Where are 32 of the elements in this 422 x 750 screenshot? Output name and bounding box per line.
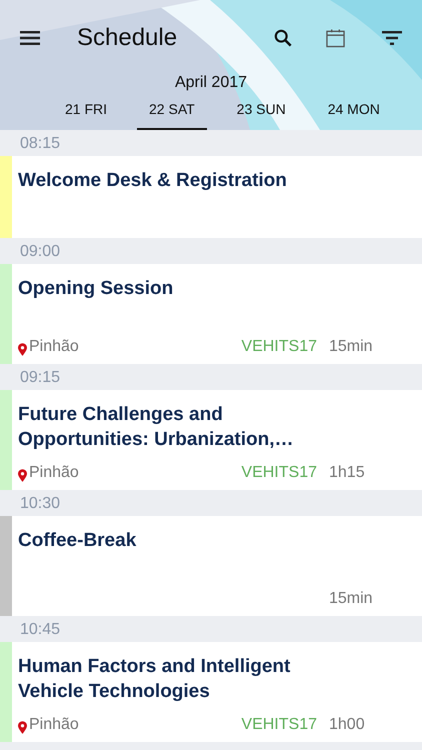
time-header: 09:15 [0,364,422,390]
menu-icon[interactable] [20,31,40,45]
session-title: Coffee-Break [18,529,138,553]
duration-text: 1h00 [329,716,366,734]
time-header: 10:30 [0,490,422,516]
calendar-icon[interactable] [326,28,345,48]
location-text: Pinhão [29,716,79,734]
session-title: Human Factors and Intelligent Vehicle Technologies [18,655,292,704]
duration-text: 1h15 [329,464,366,482]
location-text: Pinhão [29,338,79,356]
filter-icon[interactable] [382,31,402,45]
time-header: 08:15 [0,130,422,156]
session-title: Welcome Desk & Registration [18,169,288,193]
track-label: VEHITS17 [241,338,317,356]
location-pin-icon [18,721,27,734]
location-text: Pinhão [29,464,79,482]
time-header: 09:00 [0,238,422,264]
app-title: Schedule [77,24,178,52]
day-tab[interactable]: 23 SUN [224,94,298,130]
session-title: Future Challenges and Opportunities: Urbanization,… [18,403,294,452]
time-header: 10:45 [0,616,422,642]
day-tab[interactable]: 24 MON [316,94,392,130]
duration-text: 15min [329,338,374,356]
session-title: Opening Session [18,277,174,301]
search-icon[interactable] [274,29,292,47]
duration-text: 15min [329,590,374,608]
track-label: VEHITS17 [241,716,317,734]
location-pin-icon [18,469,27,482]
track-label: VEHITS17 [241,464,317,482]
day-tab[interactable]: 21 FRI [53,94,120,130]
location-pin-icon [18,343,27,356]
month-label: April 2017 [174,74,248,93]
